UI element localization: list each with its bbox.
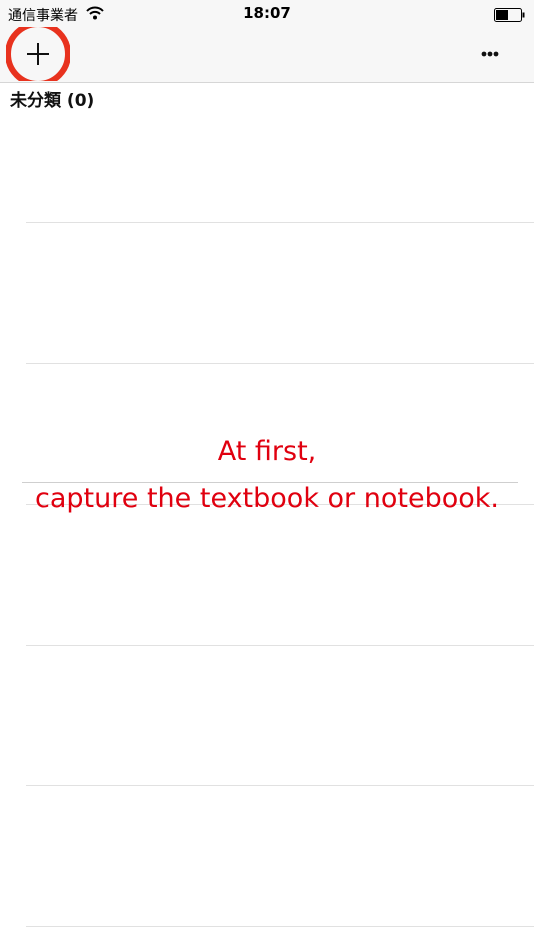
section-title: 未分類 (0) [10,91,95,111]
list-row-separator [26,926,534,927]
list-row-separator [26,222,534,223]
plus-icon [5,21,71,87]
list-row-separator [26,645,534,646]
instruction-line-2: capture the textbook or notebook. [35,483,499,514]
app-screen: 通信事業者 18:07 未分類 (0) At first, capture th… [0,0,534,950]
instruction-line-1: At first, [217,436,317,467]
status-time: 18:07 [243,4,291,22]
ellipsis-icon [481,51,499,57]
more-options-button[interactable] [470,40,510,68]
status-bar: 通信事業者 18:07 [0,0,534,28]
list-row-separator [26,363,534,364]
list-row-separator [26,785,534,786]
navigation-bar [0,28,534,83]
add-button[interactable] [5,21,71,87]
battery-icon [494,8,525,22]
